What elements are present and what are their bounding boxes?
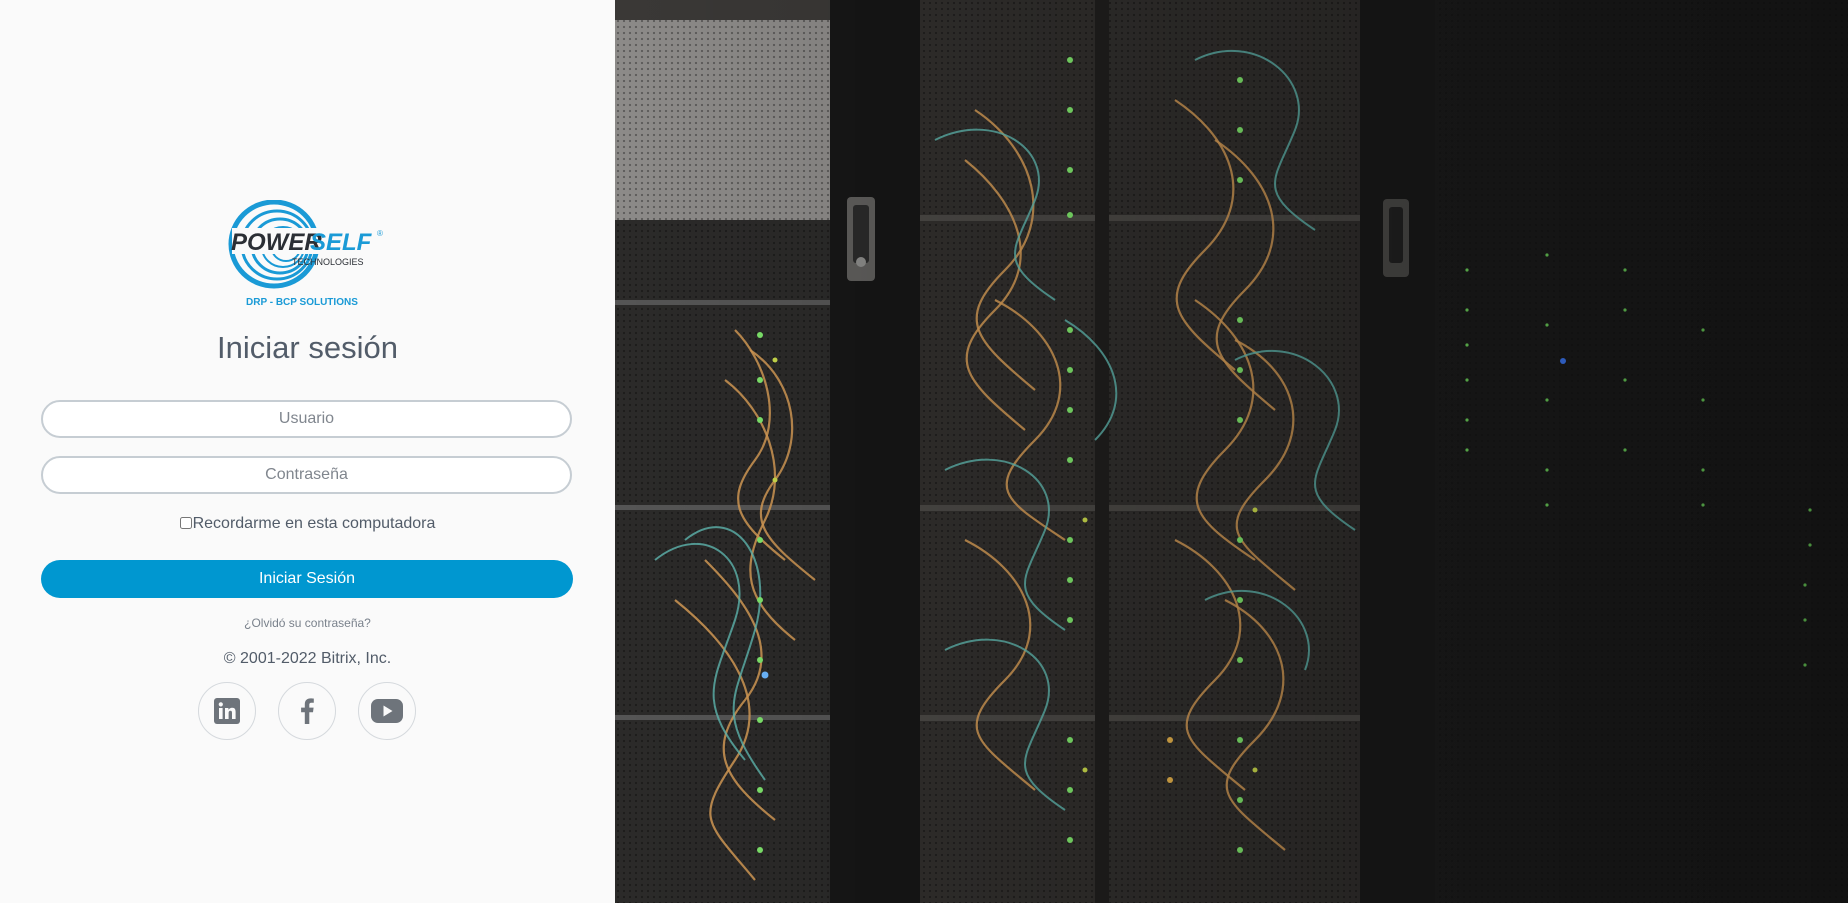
remember-me-checkbox[interactable] bbox=[179, 517, 192, 529]
copyright-text: © 2001-2022 Bitrix, Inc. bbox=[223, 650, 392, 667]
login-page: POWER SELF ® TECHNOLOGIES DRP - BCP SOLU… bbox=[0, 0, 1848, 903]
logo-brand-left: POWER bbox=[231, 229, 322, 256]
logo-registered: ® bbox=[377, 229, 383, 238]
linkedin-button[interactable] bbox=[198, 682, 256, 740]
logo-sub: TECHNOLOGIES bbox=[292, 257, 364, 267]
youtube-icon bbox=[371, 699, 403, 723]
logo-tagline: DRP - BCP SOLUTIONS bbox=[246, 297, 358, 308]
login-panel: POWER SELF ® TECHNOLOGIES DRP - BCP SOLU… bbox=[0, 0, 615, 903]
password-input[interactable] bbox=[41, 456, 572, 494]
company-logo: POWER SELF ® TECHNOLOGIES DRP - BCP SOLU… bbox=[228, 200, 388, 308]
background-photo bbox=[615, 0, 1848, 903]
remember-me-row: Recordarme en esta computadora bbox=[0, 514, 615, 534]
forgot-password-link[interactable]: ¿Olvidó su contraseña? bbox=[0, 615, 615, 631]
linkedin-icon bbox=[214, 698, 240, 724]
logo-brand-right: SELF bbox=[310, 229, 373, 256]
username-input[interactable] bbox=[41, 400, 572, 438]
page-title: Iniciar sesión bbox=[217, 330, 398, 365]
facebook-icon bbox=[301, 698, 314, 724]
youtube-button[interactable] bbox=[358, 682, 416, 740]
remember-me-label[interactable]: Recordarme en esta computadora bbox=[193, 515, 436, 532]
facebook-button[interactable] bbox=[278, 682, 336, 740]
login-button[interactable]: Iniciar Sesión bbox=[41, 560, 573, 598]
logo-graphic: POWER SELF ® TECHNOLOGIES DRP - BCP SOLU… bbox=[228, 200, 384, 308]
server-racks-image bbox=[615, 0, 1848, 903]
